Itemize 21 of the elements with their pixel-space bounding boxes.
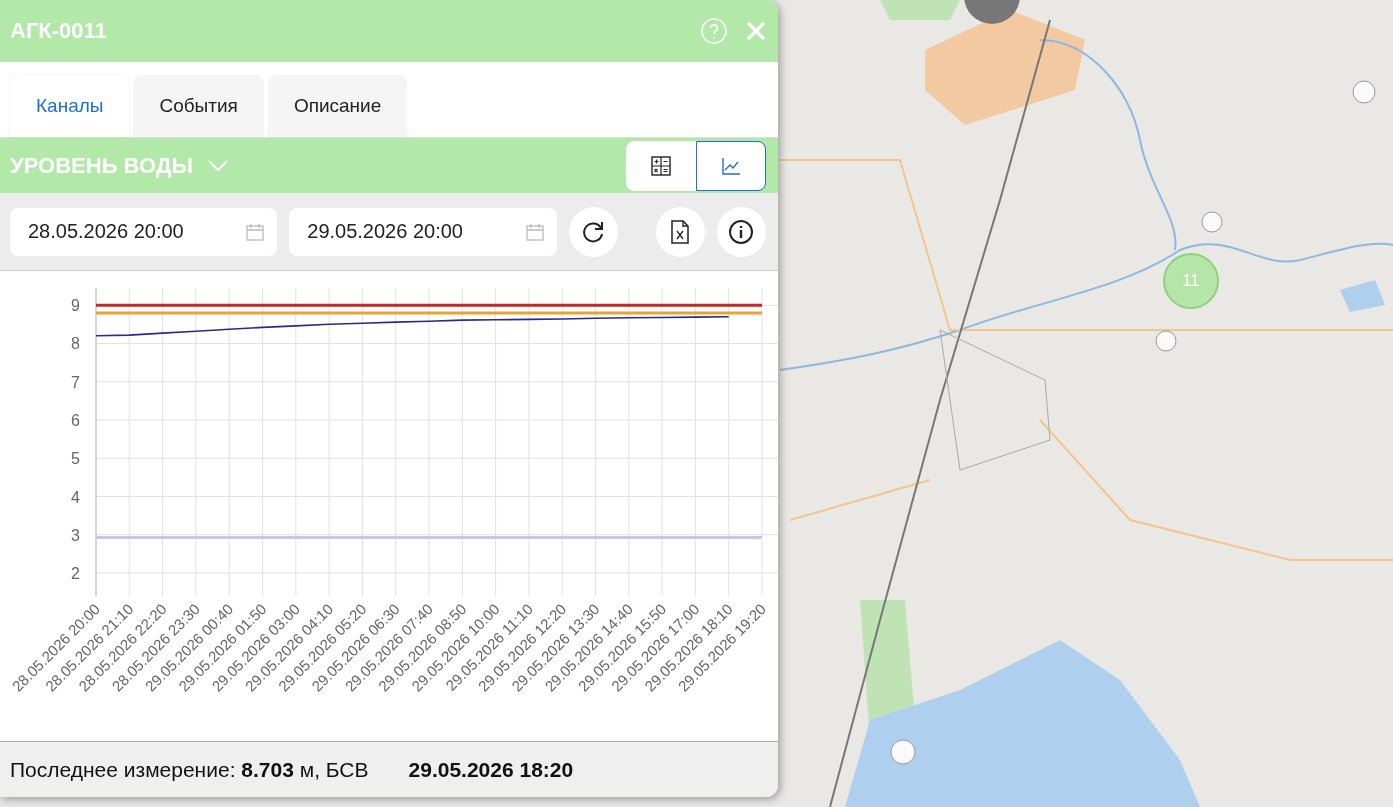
y-tick-label: 8 [71, 335, 80, 353]
y-tick-label: 9 [71, 297, 80, 315]
calculator-icon [650, 154, 672, 177]
chart-view-button[interactable] [696, 140, 766, 191]
date-field[interactable]: 29.05.2026 20:00 [289, 207, 557, 256]
y-tick-label: 4 [71, 488, 80, 506]
y-tick-label: 2 [71, 565, 80, 583]
info-icon [728, 218, 755, 245]
date-field[interactable]: 28.05.2026 20:00 [10, 207, 278, 256]
chevron-down-icon [206, 158, 229, 173]
last-measurement-time: 29.05.2026 18:20 [408, 757, 574, 782]
y-tick-label: 7 [71, 373, 80, 391]
window-title: АГК-0011 [10, 18, 108, 44]
y-tick-label: 6 [71, 412, 80, 429]
y-tick-label: 3 [71, 526, 80, 544]
last-measurement-text: Последнее измерение: 8.703 м, БСВ [10, 757, 369, 782]
tab[interactable]: События [133, 75, 264, 137]
tab[interactable]: Каналы [10, 75, 130, 137]
tab[interactable]: Описание [267, 75, 408, 137]
table-view-button[interactable] [626, 140, 696, 191]
y-tick-label: 5 [71, 450, 80, 468]
